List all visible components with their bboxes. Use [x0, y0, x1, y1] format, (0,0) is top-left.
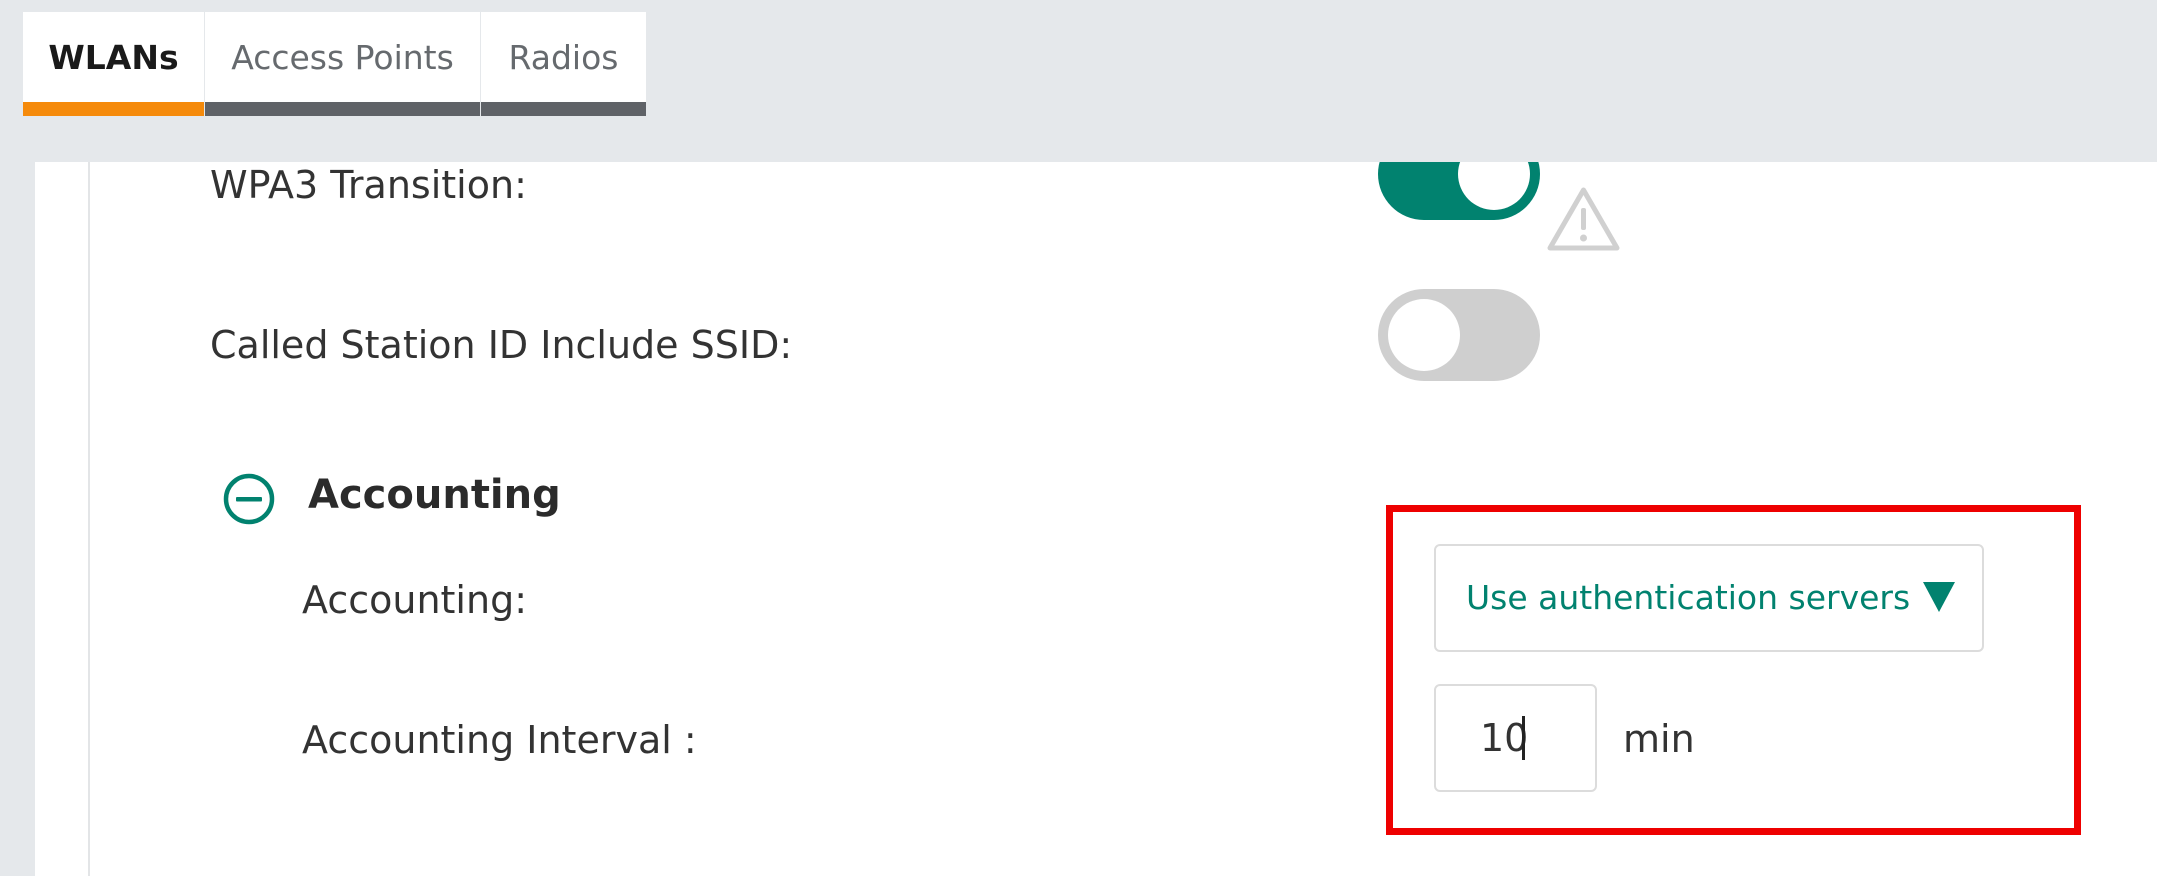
tab-label: WLANs: [48, 38, 179, 77]
accounting-select-value: Use authentication servers: [1466, 578, 1911, 617]
accounting-section-title: Accounting: [308, 472, 561, 518]
toggle-knob: [1388, 299, 1460, 371]
tab-label: Access Points: [231, 38, 454, 77]
accounting-select[interactable]: Use authentication servers: [1434, 544, 1984, 652]
tab-underline: [205, 102, 480, 116]
called-station-id-label: Called Station ID Include SSID:: [210, 323, 793, 367]
tab-underline: [23, 102, 204, 116]
panel-border: [88, 162, 90, 876]
tab-underline: [481, 102, 646, 116]
tab-radios[interactable]: Radios: [481, 12, 646, 116]
triangle-down-icon: [1923, 582, 1955, 612]
tab-wlans[interactable]: WLANs: [23, 12, 204, 116]
text-caret: [1522, 716, 1525, 760]
accounting-interval-label: Accounting Interval :: [302, 718, 697, 762]
interval-unit-label: min: [1623, 717, 1695, 761]
wpa3-transition-label: WPA3 Transition:: [210, 163, 527, 207]
accounting-interval-input[interactable]: [1434, 684, 1597, 792]
left-gutter: [0, 162, 35, 876]
page: WPA3 Transition: Called Station ID Inclu…: [0, 0, 2157, 876]
minus-circle-icon[interactable]: [222, 472, 276, 526]
accounting-label: Accounting:: [302, 578, 527, 622]
tab-bar: WLANs Access Points Radios: [0, 0, 2157, 162]
called-station-id-toggle[interactable]: [1378, 289, 1540, 381]
tab-label: Radios: [508, 38, 619, 77]
warning-triangle-icon: [1547, 187, 1620, 251]
tab-access-points[interactable]: Access Points: [205, 12, 480, 116]
